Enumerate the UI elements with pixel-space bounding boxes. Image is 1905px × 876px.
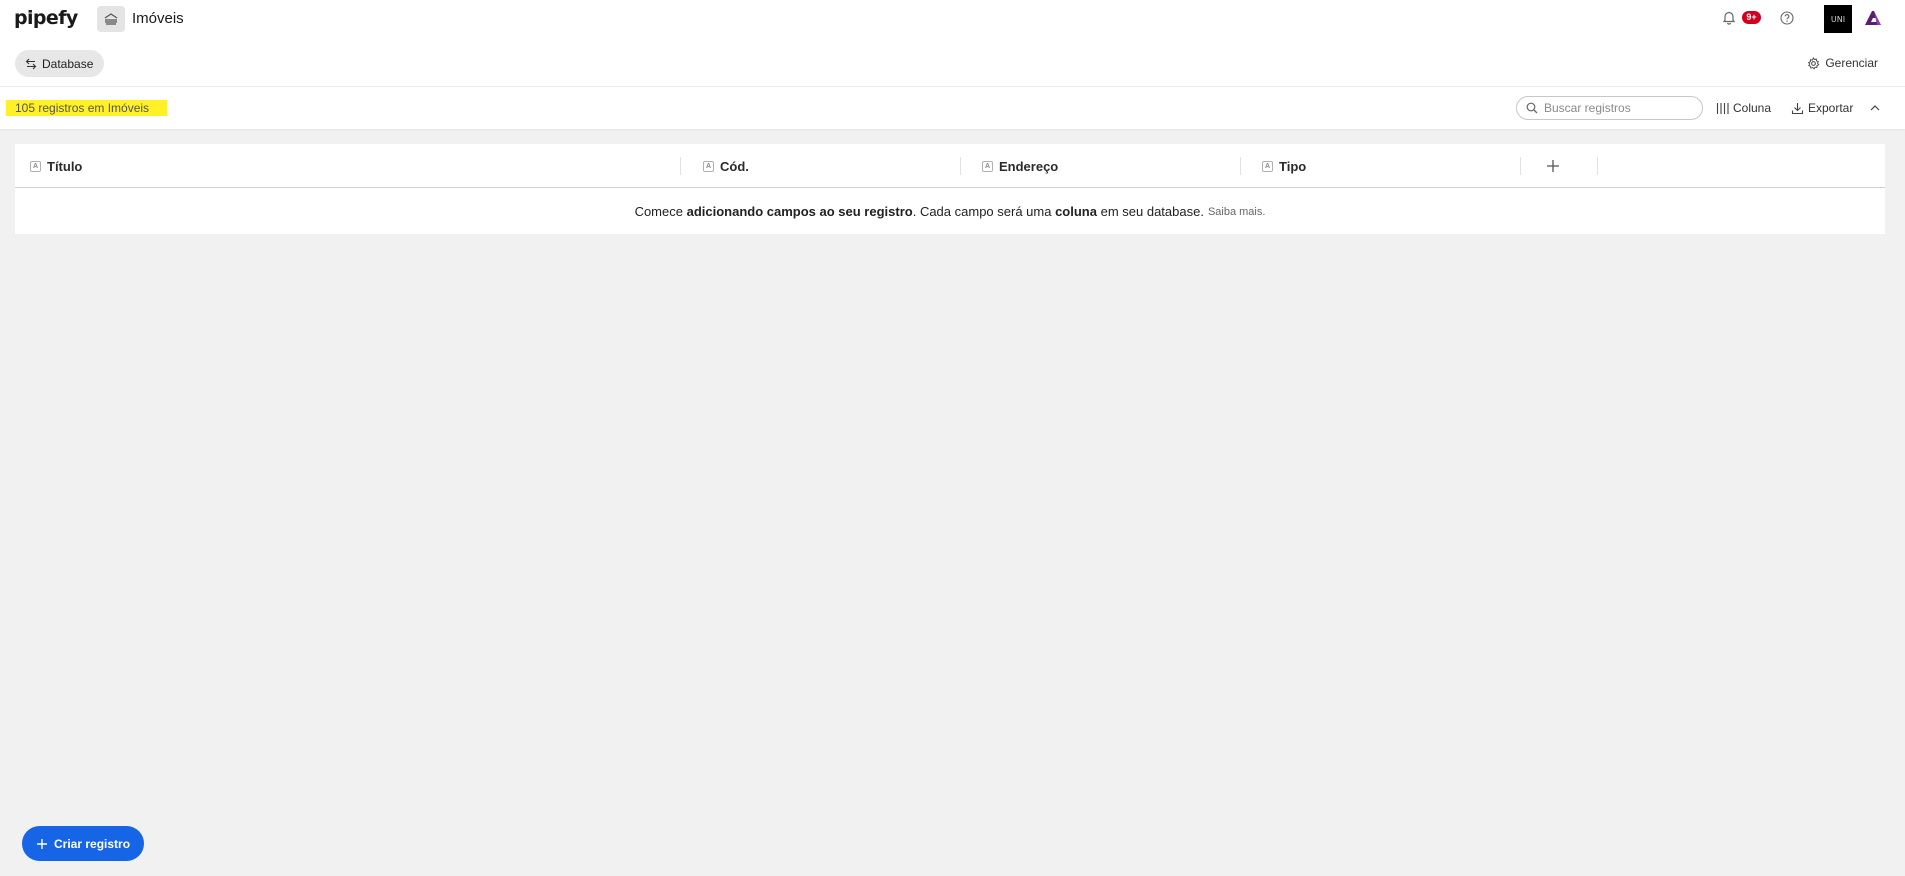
column-header-cod[interactable]: A Cód.	[703, 144, 749, 188]
database-button-label: Database	[42, 56, 94, 71]
top-bar: pipefy Imóveis 9+ UNI	[0, 0, 1905, 38]
gear-icon	[1808, 56, 1820, 70]
column-resize-handle[interactable]	[1520, 157, 1521, 175]
database-icon	[104, 13, 118, 25]
column-header-label: Tipo	[1279, 158, 1307, 174]
add-column-button[interactable]	[1543, 156, 1563, 176]
column-resize-handle[interactable]	[680, 157, 681, 175]
column-header-tipo[interactable]: A Tipo	[1262, 144, 1306, 188]
create-record-button[interactable]: Criar registro	[22, 826, 145, 861]
records-toolbar: 105 registros em Imóveis Coluna Exportar	[0, 87, 1905, 129]
column-button[interactable]: Coluna	[1716, 101, 1771, 115]
table-header: A Título A Cód. A Endereço A Tipo	[15, 144, 1885, 188]
pipefy-logo[interactable]: pipefy	[14, 7, 78, 29]
learn-more-link[interactable]: Saiba mais.	[1208, 206, 1265, 218]
sub-header: Database Gerenciar	[0, 38, 1905, 87]
columns-icon	[1716, 102, 1729, 114]
download-icon	[1791, 102, 1804, 114]
column-divider	[1597, 157, 1598, 175]
notification-badge: 9+	[1742, 11, 1761, 24]
chevron-up-icon	[1870, 105, 1880, 111]
search-icon	[1526, 102, 1538, 114]
search-input[interactable]	[1544, 101, 1694, 115]
manage-button-label: Gerenciar	[1825, 56, 1878, 70]
records-table: A Título A Cód. A Endereço A Tipo Comece…	[15, 144, 1885, 234]
column-header-endereco[interactable]: A Endereço	[982, 144, 1058, 188]
organization-avatar[interactable]: UNI	[1824, 5, 1852, 33]
column-resize-handle[interactable]	[960, 157, 961, 175]
bell-icon	[1722, 11, 1736, 25]
empty-text-1: Comece	[634, 204, 687, 219]
plus-icon	[37, 838, 47, 849]
empty-bold-2: coluna	[1055, 204, 1097, 219]
export-button[interactable]: Exportar	[1791, 101, 1853, 115]
column-header-titulo[interactable]: A Título	[30, 144, 82, 188]
collapse-button[interactable]	[1869, 101, 1881, 119]
database-icon-button[interactable]	[97, 6, 125, 32]
search-box[interactable]	[1516, 96, 1703, 120]
column-resize-handle[interactable]	[1240, 157, 1241, 175]
record-count: 105 registros em Imóveis	[6, 100, 167, 116]
swap-arrows-icon	[25, 58, 37, 69]
text-type-icon: A	[30, 160, 41, 172]
manage-button[interactable]: Gerenciar	[1807, 56, 1878, 70]
column-header-label: Título	[47, 158, 83, 174]
text-type-icon: A	[1262, 160, 1273, 172]
page-title: Imóveis	[132, 10, 184, 27]
empty-text-3: em seu database.	[1096, 204, 1204, 219]
export-button-label: Exportar	[1808, 101, 1854, 115]
empty-state-message: Comece adicionando campos ao seu registr…	[15, 189, 1885, 234]
help-icon	[1780, 11, 1794, 25]
column-button-label: Coluna	[1733, 101, 1772, 115]
text-type-icon: A	[982, 160, 993, 172]
database-button[interactable]: Database	[15, 50, 105, 77]
empty-bold-1: adicionando campos ao seu registro	[686, 204, 913, 219]
help-button[interactable]	[1780, 11, 1794, 30]
text-type-icon: A	[703, 160, 714, 172]
empty-text-2: . Cada campo será uma	[912, 204, 1056, 219]
plus-icon	[1547, 160, 1559, 172]
column-header-label: Endereço	[999, 158, 1059, 174]
brand-logo-icon[interactable]	[1863, 9, 1883, 32]
column-header-label: Cód.	[720, 158, 749, 174]
create-record-label: Criar registro	[54, 836, 131, 851]
notifications-button[interactable]	[1722, 10, 1736, 30]
